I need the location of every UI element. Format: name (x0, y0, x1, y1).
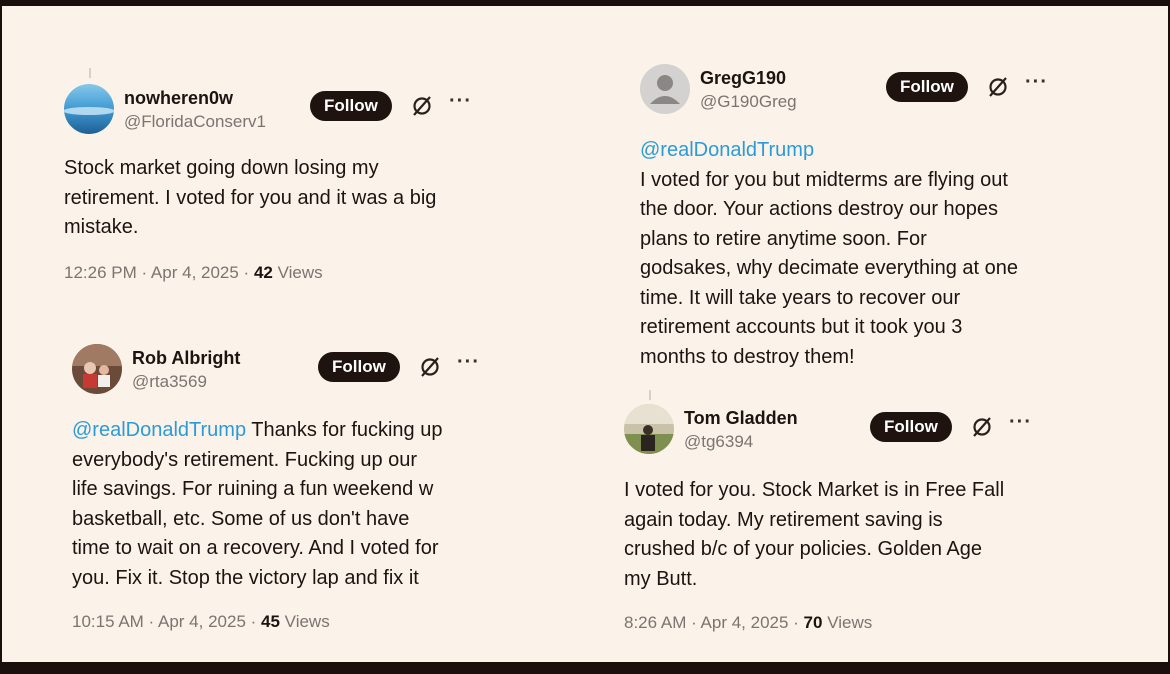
mention-link[interactable]: @realDonaldTrump (72, 419, 246, 441)
default-avatar-icon[interactable] (640, 64, 690, 114)
thread-line (649, 390, 651, 400)
timestamp[interactable]: 8:26 AM · Apr 4, 2025 · (624, 613, 804, 632)
tweet-meta: 10:15 AM · Apr 4, 2025 · 45 Views (72, 612, 492, 632)
view-count: 45 (261, 612, 280, 631)
more-icon[interactable]: ··· (457, 351, 480, 374)
display-name[interactable]: nowheren0w (124, 88, 233, 109)
tweet-text: @realDonaldTrump I voted for you but midt… (640, 136, 1060, 372)
timestamp[interactable]: 10:15 AM · Apr 4, 2025 · (72, 612, 261, 631)
display-name[interactable]: GregG190 (700, 68, 786, 89)
tweet-card: Tom Gladden @tg6394 Follow ··· I voted f… (624, 390, 1054, 633)
tweet-card: Rob Albright @rta3569 Follow ··· @realDo… (72, 344, 492, 632)
grok-icon[interactable] (986, 75, 1010, 99)
username[interactable]: @rta3569 (132, 372, 207, 392)
screenshot-canvas: nowheren0w @FloridaConserv1 Follow ··· S… (2, 6, 1168, 662)
tweet-card: nowheren0w @FloridaConserv1 Follow ··· S… (64, 68, 484, 283)
avatar[interactable] (72, 344, 122, 394)
username[interactable]: @tg6394 (684, 432, 753, 452)
more-icon[interactable]: ··· (449, 90, 472, 113)
view-count: 42 (253, 262, 273, 282)
tweet-meta: 8:26 AM · Apr 4, 2025 · 70 Views (624, 613, 1054, 633)
more-icon[interactable]: ··· (1025, 71, 1048, 94)
follow-button[interactable]: Follow (870, 412, 952, 442)
grok-icon[interactable] (418, 355, 442, 379)
tweet-body: Thanks for fucking up everybody's retire… (72, 419, 443, 589)
grok-icon[interactable] (410, 94, 434, 118)
tweet-body: I voted for you but midterms are flying … (640, 168, 1018, 368)
follow-button[interactable]: Follow (318, 352, 400, 382)
avatar[interactable] (64, 84, 114, 134)
more-icon[interactable]: ··· (1009, 411, 1032, 434)
avatar[interactable] (624, 404, 674, 454)
tweet-body: Stock market going down losing my retire… (64, 157, 437, 238)
timestamp[interactable]: 12:26 PM · Apr 4, 2025 · (64, 263, 254, 282)
tweet-text: I voted for you. Stock Market is in Free… (624, 476, 1054, 594)
tweet-card: GregG190 @G190Greg Follow ··· @realDonal… (640, 64, 1060, 372)
tweet-text: @realDonaldTrump Thanks for fucking up e… (72, 416, 492, 593)
views-label: Views (279, 612, 330, 631)
views-label: Views (822, 613, 873, 632)
tweet-text: Stock market going down losing my retire… (64, 154, 484, 243)
tweet-meta: 12:26 PM · Apr 4, 2025 · 42 Views (64, 263, 484, 283)
display-name[interactable]: Rob Albright (132, 348, 240, 369)
username[interactable]: @G190Greg (700, 92, 797, 112)
grok-icon[interactable] (970, 415, 994, 439)
tweet-body: I voted for you. Stock Market is in Free… (624, 479, 1005, 590)
display-name[interactable]: Tom Gladden (684, 408, 798, 429)
view-count: 70 (803, 613, 823, 632)
follow-button[interactable]: Follow (310, 91, 392, 121)
username[interactable]: @FloridaConserv1 (124, 112, 266, 132)
follow-button[interactable]: Follow (886, 72, 968, 102)
views-label: Views (272, 262, 323, 282)
mention-link[interactable]: @realDonaldTrump (640, 136, 1060, 166)
